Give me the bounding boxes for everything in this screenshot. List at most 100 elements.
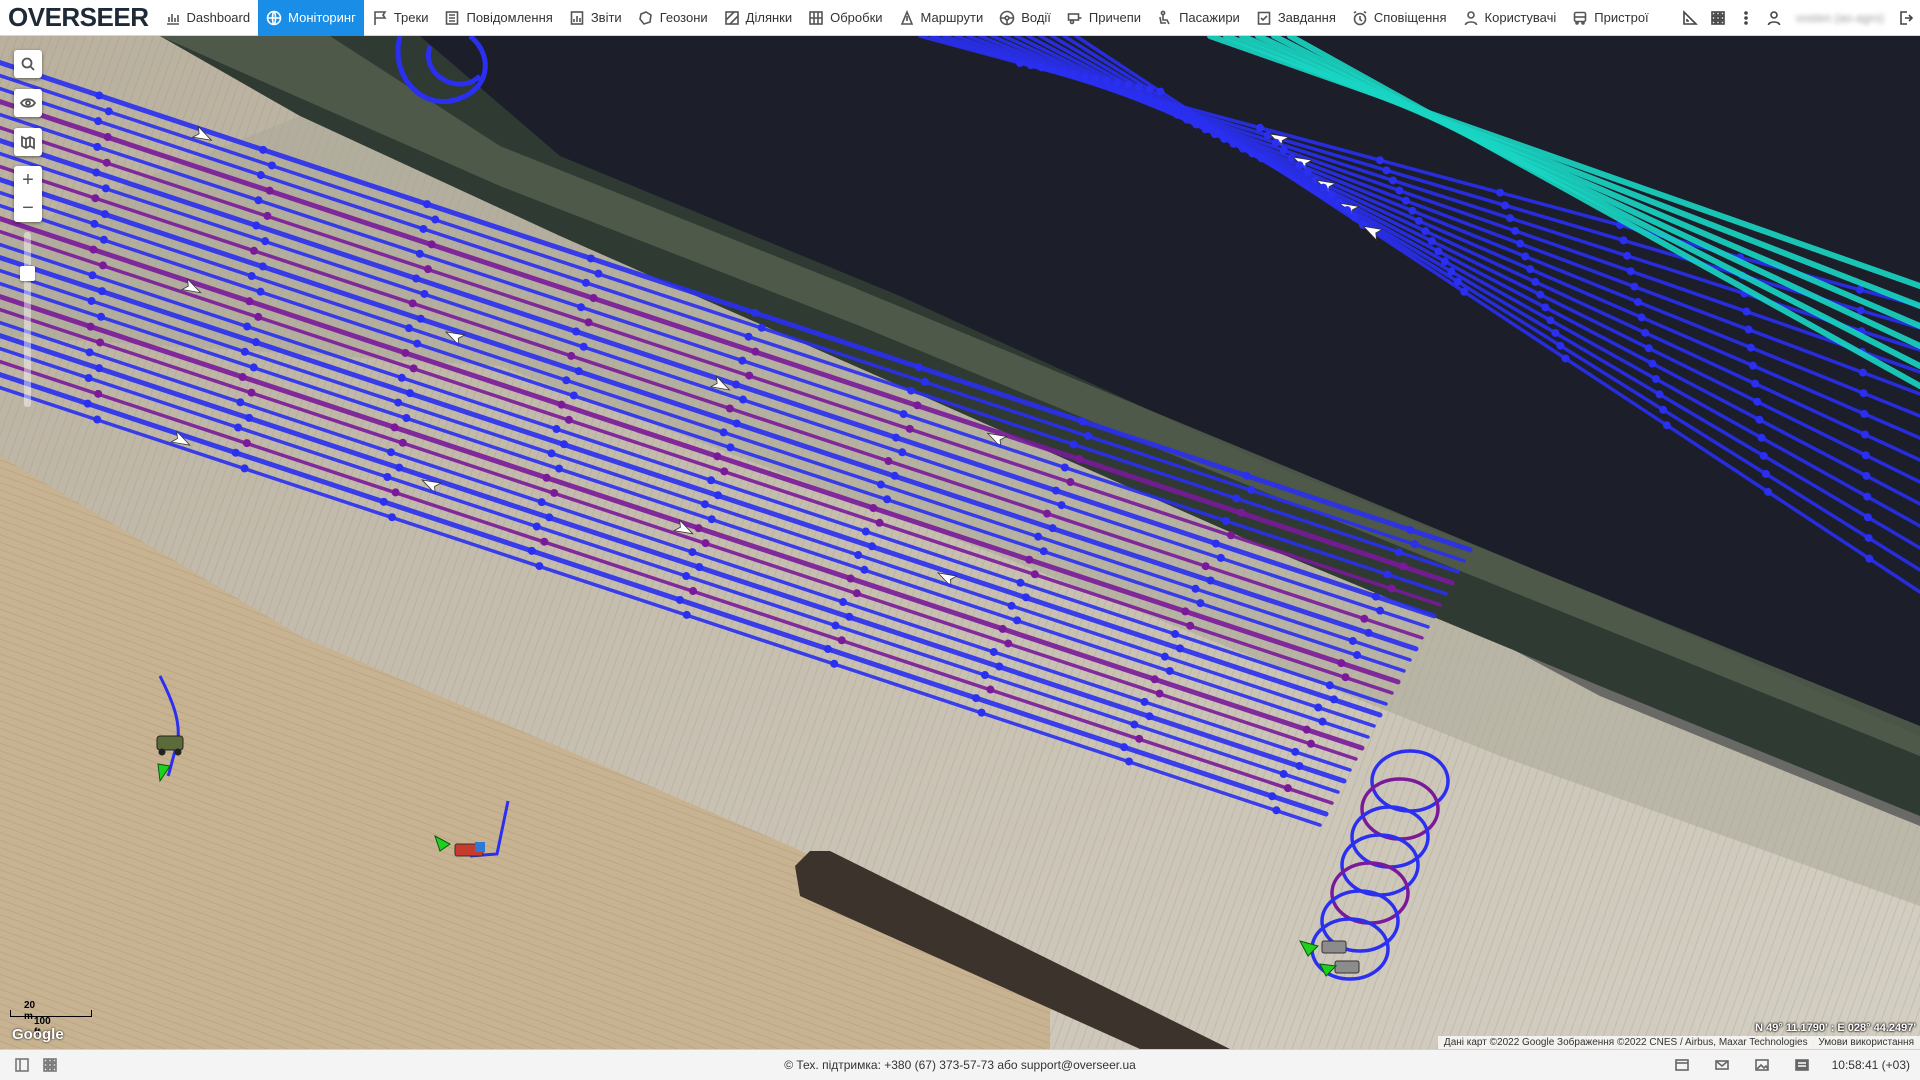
track-point[interactable] [419, 224, 428, 233]
track-point[interactable] [1078, 417, 1087, 426]
track-point[interactable] [85, 348, 94, 357]
track-point[interactable] [1206, 576, 1215, 585]
track-point[interactable] [1626, 267, 1635, 276]
track-point[interactable] [95, 91, 104, 100]
track-point[interactable] [542, 473, 551, 482]
track-point[interactable] [1291, 747, 1300, 756]
track-point[interactable] [1043, 509, 1052, 518]
track-point[interactable] [1376, 156, 1384, 165]
track-point[interactable] [1536, 290, 1545, 299]
track-point[interactable] [720, 467, 729, 476]
track-point[interactable] [1556, 341, 1565, 350]
track-point[interactable] [89, 245, 98, 254]
track-point[interactable] [1551, 328, 1560, 337]
track-point[interactable] [427, 240, 436, 249]
track-point[interactable] [1145, 712, 1154, 721]
track-point[interactable] [242, 439, 251, 448]
track-point[interactable] [977, 708, 986, 717]
track-point[interactable] [537, 498, 546, 507]
track-point[interactable] [555, 464, 564, 473]
track-point[interactable] [256, 287, 265, 296]
track-point[interactable] [1353, 651, 1362, 660]
track-point[interactable] [415, 249, 424, 258]
track-point[interactable] [695, 563, 704, 572]
track-point[interactable] [1048, 524, 1057, 533]
track-point[interactable] [1634, 298, 1642, 306]
track-point[interactable] [1744, 325, 1753, 334]
track-point[interactable] [1751, 379, 1760, 388]
track-point[interactable] [980, 671, 989, 680]
track-point[interactable] [100, 210, 109, 219]
track-point[interactable] [247, 272, 256, 281]
track-point[interactable] [1232, 494, 1241, 503]
track-point[interactable] [1399, 562, 1408, 571]
track-point[interactable] [594, 269, 603, 278]
track-point[interactable] [707, 476, 716, 485]
track-point[interactable] [249, 363, 258, 372]
track-point[interactable] [547, 449, 556, 458]
track-point[interactable] [1376, 606, 1385, 615]
track-point[interactable] [1637, 313, 1646, 322]
track-point[interactable] [388, 513, 396, 522]
track-point[interactable] [1222, 516, 1231, 525]
track-point[interactable] [1272, 806, 1281, 815]
track-point[interactable] [1561, 354, 1570, 363]
track-point[interactable] [1060, 463, 1069, 472]
nav-drivers[interactable]: Водії [991, 0, 1059, 36]
track-point[interactable] [1506, 214, 1515, 223]
track-point[interactable] [259, 145, 268, 154]
track-point[interactable] [914, 363, 923, 372]
track-point[interactable] [1864, 533, 1873, 542]
track-point[interactable] [1337, 659, 1346, 668]
track-point[interactable] [907, 386, 916, 395]
track-point[interactable] [1216, 553, 1225, 562]
nav-passengers[interactable]: Пасажири [1149, 0, 1248, 36]
track-point[interactable] [1201, 562, 1210, 571]
track-point[interactable] [532, 522, 541, 531]
track-point[interactable] [1069, 440, 1078, 449]
track-point[interactable] [1662, 421, 1671, 430]
nav-reports[interactable]: Звіти [561, 0, 630, 36]
track-point[interactable] [899, 410, 908, 419]
track-point[interactable] [1242, 471, 1251, 480]
track-point[interactable] [675, 595, 684, 604]
track-point[interactable] [86, 322, 95, 331]
log-button[interactable] [1782, 1047, 1822, 1080]
track-point[interactable] [577, 303, 586, 312]
track-point[interactable] [1030, 570, 1039, 579]
track-point[interactable] [1496, 188, 1504, 197]
track-point[interactable] [406, 389, 414, 398]
track-point[interactable] [240, 347, 249, 356]
track-point[interactable] [102, 158, 111, 167]
track-point[interactable] [431, 215, 440, 224]
track-point[interactable] [93, 415, 102, 424]
track-point[interactable] [1279, 770, 1288, 779]
track-point[interactable] [913, 401, 922, 410]
track-point[interactable] [1382, 166, 1391, 175]
nav-trailers[interactable]: Причепи [1059, 0, 1149, 36]
track-point[interactable] [839, 598, 848, 607]
track-point[interactable] [1641, 328, 1650, 337]
track-point[interactable] [1181, 607, 1190, 616]
track-point[interactable] [1546, 316, 1555, 325]
track-point[interactable] [738, 395, 747, 404]
track-point[interactable] [94, 389, 103, 398]
track-point[interactable] [898, 448, 907, 457]
track-point[interactable] [1364, 628, 1373, 637]
track-point[interactable] [401, 348, 410, 357]
track-point[interactable] [92, 168, 101, 177]
track-point[interactable] [1057, 501, 1066, 510]
track-point[interactable] [420, 289, 429, 298]
track-point[interactable] [1387, 584, 1396, 593]
track-point[interactable] [1516, 239, 1525, 248]
track-point[interactable] [1755, 415, 1764, 424]
track-point[interactable] [854, 551, 863, 560]
track-point[interactable] [1531, 277, 1540, 286]
track-point[interactable] [98, 261, 107, 270]
track-point[interactable] [694, 524, 703, 533]
track-point[interactable] [995, 662, 1004, 671]
track-point[interactable] [238, 373, 247, 382]
track-point[interactable] [1652, 375, 1660, 383]
track-point[interactable] [398, 438, 407, 447]
track-point[interactable] [831, 621, 840, 630]
